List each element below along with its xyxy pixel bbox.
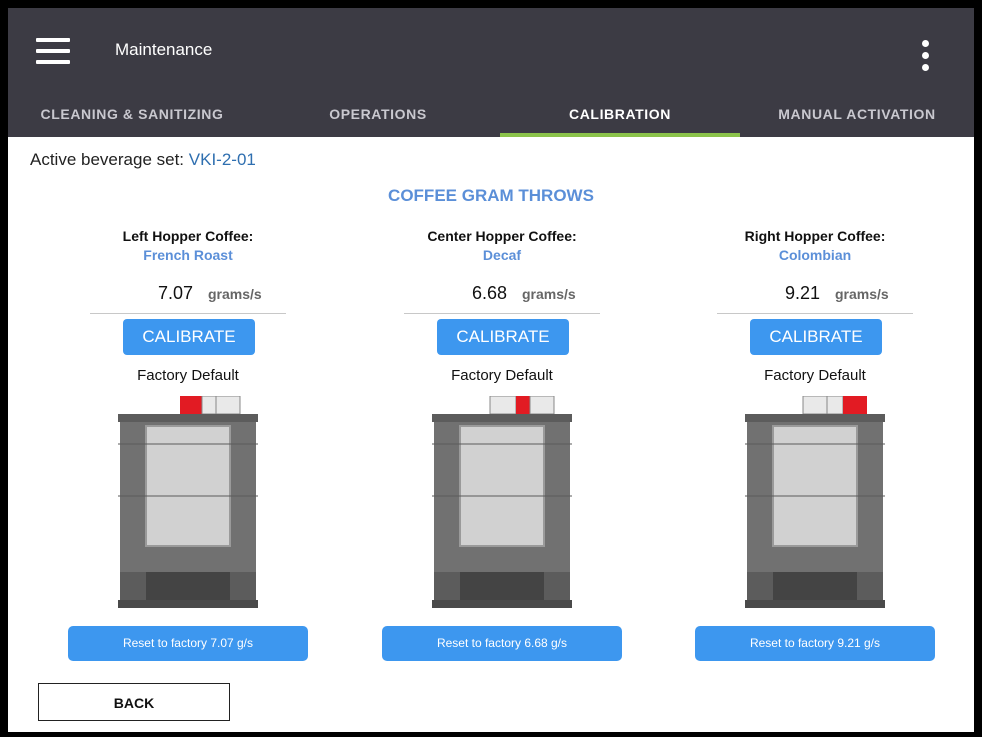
calibrate-button[interactable]: CALIBRATE [123, 319, 255, 355]
input-underline [404, 313, 600, 314]
factory-default-label: Factory Default [764, 367, 866, 384]
active-tab-indicator [500, 133, 740, 137]
app-bar: Maintenance CLEANING & SANITIZING OPERAT… [8, 8, 974, 137]
tab-operations[interactable]: OPERATIONS [256, 98, 500, 137]
tab-manual-activation[interactable]: MANUAL ACTIVATION [740, 98, 974, 137]
active-beverage-set: Active beverage set: VKI-2-01 [30, 150, 256, 170]
coffee-name: Decaf [482, 247, 522, 263]
tab-bar: CLEANING & SANITIZING OPERATIONS CALIBRA… [8, 98, 974, 137]
app-title: Maintenance [115, 40, 213, 59]
input-underline [717, 313, 913, 314]
hopper-label: Left Hopper Coffee: [122, 228, 254, 244]
factory-default-label: Factory Default [451, 367, 553, 384]
gram-throw-value[interactable]: 6.68 [457, 283, 507, 304]
gram-throw-value[interactable]: 7.07 [143, 283, 193, 304]
hopper-machine-image [118, 396, 258, 608]
reset-to-factory-button[interactable]: Reset to factory 7.07 g/s [68, 626, 308, 661]
more-options-icon[interactable] [914, 38, 938, 74]
back-button[interactable]: BACK [38, 683, 230, 721]
hopper-label: Center Hopper Coffee: [427, 228, 577, 244]
calibrate-button[interactable]: CALIBRATE [750, 319, 882, 355]
coffee-name: Colombian [778, 247, 852, 263]
input-underline [90, 313, 286, 314]
active-beverage-set-value: VKI-2-01 [188, 150, 256, 169]
gram-throw-unit: grams/s [208, 286, 262, 302]
reset-to-factory-button[interactable]: Reset to factory 9.21 g/s [695, 626, 935, 661]
gram-throw-value[interactable]: 9.21 [770, 283, 820, 304]
section-title: COFFEE GRAM THROWS [388, 186, 594, 205]
app-frame: Maintenance CLEANING & SANITIZING OPERAT… [8, 8, 974, 732]
tab-cleaning-sanitizing[interactable]: CLEANING & SANITIZING [8, 98, 256, 137]
reset-to-factory-button[interactable]: Reset to factory 6.68 g/s [382, 626, 622, 661]
hopper-machine-image [432, 396, 572, 608]
factory-default-label: Factory Default [137, 367, 239, 384]
gram-throw-unit: grams/s [835, 286, 889, 302]
calibrate-button[interactable]: CALIBRATE [437, 319, 569, 355]
active-beverage-set-label: Active beverage set: [30, 150, 185, 169]
hopper-machine-image [745, 396, 885, 608]
hopper-label: Right Hopper Coffee: [744, 228, 886, 244]
hamburger-menu-icon[interactable] [36, 38, 72, 66]
tab-calibration[interactable]: CALIBRATION [500, 98, 740, 137]
gram-throw-unit: grams/s [522, 286, 576, 302]
coffee-name: French Roast [143, 247, 233, 263]
